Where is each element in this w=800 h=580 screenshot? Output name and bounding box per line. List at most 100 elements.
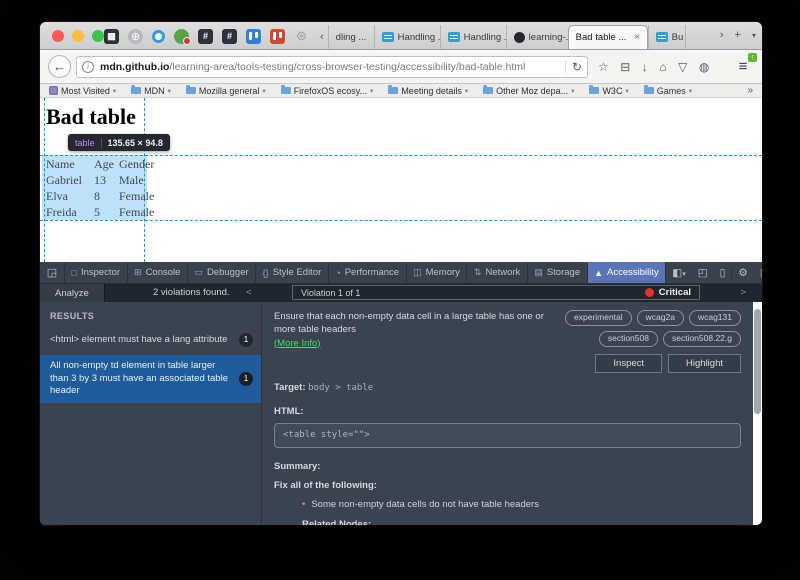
bookmark-star-icon[interactable]: ☆ [598,60,609,74]
tab[interactable]: dling ... [328,25,374,49]
pinned-tab-stats-icon[interactable]: ▦ [104,29,119,44]
next-violation-button[interactable]: > [740,287,746,298]
devtools-tab-storage[interactable]: ▤ Storage [528,262,588,283]
url-domain: mdn.github.io [100,61,169,73]
tab[interactable]: Handling ... [440,25,506,49]
inspector-icon: □ [72,268,77,278]
documentation-icon[interactable]: ▥ [754,267,762,279]
zoom-window-button[interactable] [92,30,104,42]
devtools-tab-console[interactable]: ⊞ Console [128,262,188,283]
violation-details-panel: Ensure that each non-empty data cell in … [262,302,753,525]
page-heading: Bad table [46,104,136,130]
split-console-icon[interactable]: ◰ [692,267,714,279]
critical-dot-icon [645,288,654,297]
devtools-tab-network[interactable]: ⇅ Network [467,262,527,283]
infobar-tag-name: table [75,138,95,148]
url-bar[interactable]: i mdn.github.io/learning-area/tools-test… [76,56,588,78]
pinned-tabs: ▦ ⊕ # # ⊛ [104,28,309,44]
tab-label: Bad table ... [576,32,627,43]
settings-gear-icon[interactable]: ⚙ [731,267,753,279]
target-label: Target: [274,382,306,393]
pinned-tab-ring-icon[interactable] [152,30,165,43]
tab-label: dling ... [336,32,367,43]
devtools-tab-memory[interactable]: ◫ Memory [407,262,468,283]
pinned-tab-hash-icon[interactable]: # [198,29,213,44]
scroll-tabs-left-button[interactable]: ‹ [316,25,328,49]
close-window-button[interactable] [52,30,64,42]
devtools-tab-inspector[interactable]: □ Inspector [65,262,128,283]
bookmark-item-w3c[interactable]: W3C ▾ [589,86,628,96]
inspect-button[interactable]: Inspect [595,354,662,373]
tab[interactable]: learning-... [506,25,568,49]
pick-element-icon[interactable]: ◲ [40,262,65,283]
table-cell: Elva [46,188,94,204]
home-icon[interactable]: ⌂ [659,60,666,74]
previous-violation-button[interactable]: < [246,287,252,298]
reload-button[interactable]: ↻ [565,60,582,74]
table-cell: Female [119,188,161,204]
minimize-window-button[interactable] [72,30,84,42]
count-badge: 1 [239,372,253,386]
tab-label: Handling ... [398,32,440,43]
details-top: Ensure that each non-empty data cell in … [274,310,741,373]
clipboard-icon[interactable]: ⊟ [620,60,630,74]
site-info-icon[interactable]: i [82,61,94,73]
chat-icon [382,32,394,42]
bookmark-item-mdn[interactable]: MDN ▾ [131,86,171,96]
bookmark-item-mozilla-general[interactable]: Mozilla general ▾ [186,86,266,96]
bookmark-item-meeting-details[interactable]: Meeting details ▾ [388,86,468,96]
bookmark-label: W3C [602,86,622,96]
pinned-tab-globe-icon[interactable]: ⊕ [128,29,143,44]
violations-status: 2 violations found. [153,287,230,298]
bookmark-item-other-moz[interactable]: Other Moz depa... ▾ [483,86,574,96]
update-badge: ↑ [748,53,757,62]
tab[interactable]: Handling ... [374,25,440,49]
devtools-tab-style-editor[interactable]: {} Style Editor [256,262,329,283]
extension-icon[interactable]: ◍ [699,60,709,74]
bookmark-label: Other Moz depa... [496,86,568,96]
back-button[interactable]: ← [48,55,71,78]
table-cell: 13 [94,172,119,188]
bookmarks-overflow-button[interactable]: » [747,85,753,96]
bookmark-item-firefoxos[interactable]: FirefoxOS ecosy... ▾ [281,86,374,96]
result-item-selected[interactable]: All non-empty td element in table larger… [40,355,261,403]
scrollbar-thumb[interactable] [754,309,761,414]
tags-and-actions: experimental wcag2a wcag131 section508 s… [565,310,741,373]
devtools-tab-performance[interactable]: ◔ Performance [329,262,407,283]
tab-active[interactable]: Bad table ... × [568,25,648,49]
caret-icon: ▾ [262,87,265,95]
pocket-icon[interactable]: ▽ [678,60,687,74]
tab-bar: ▦ ⊕ # # ⊛ ‹ dling ... Handling ... Handl… [40,22,762,50]
caret-icon: ▾ [571,87,574,95]
pinned-tab-trello-icon[interactable] [246,29,261,44]
downloads-icon[interactable]: ↓ [642,60,648,74]
more-info-link[interactable]: (More Info) [274,338,320,349]
bookmark-item-most-visited[interactable]: Most Visited ▾ [49,86,116,96]
devtools-tab-debugger[interactable]: ▭ Debugger [188,262,256,283]
responsive-mode-icon[interactable]: ▯ [714,267,732,279]
window-controls [52,30,104,42]
devtools-tab-accessibility[interactable]: ▲ Accessibility [588,262,667,283]
pinned-tab-hash-icon[interactable]: # [222,29,237,44]
scrollbar[interactable] [753,302,762,525]
url-text[interactable]: mdn.github.io/learning-area/tools-testin… [100,61,565,73]
pinned-tab-gear-icon[interactable]: ⊛ [294,29,309,44]
pinned-tab-plant-icon[interactable] [174,29,189,44]
result-item[interactable]: <html> element must have a lang attribut… [40,329,261,352]
new-tab-button[interactable]: + [735,29,741,41]
highlight-button[interactable]: Highlight [668,354,741,373]
bookmark-item-games[interactable]: Games ▾ [644,86,692,96]
tab[interactable]: Bu [648,25,686,49]
summary-label: Summary: [274,461,320,472]
tab-close-icon[interactable]: × [634,32,640,43]
hamburger-menu-button[interactable]: ≡ ↑ [733,56,753,78]
list-all-tabs-button[interactable]: ▾ [752,31,756,40]
chat-icon [448,32,460,42]
pinned-tab-trello-alt-icon[interactable] [270,29,285,44]
scroll-tabs-right-button[interactable]: › [720,29,724,41]
analyze-button[interactable]: Analyze [40,284,105,302]
dock-side-icon[interactable]: ◧▾ [666,267,691,279]
tag-pill: section508 [599,331,658,347]
folder-icon [388,87,398,94]
table-cell: Gender [119,156,161,172]
